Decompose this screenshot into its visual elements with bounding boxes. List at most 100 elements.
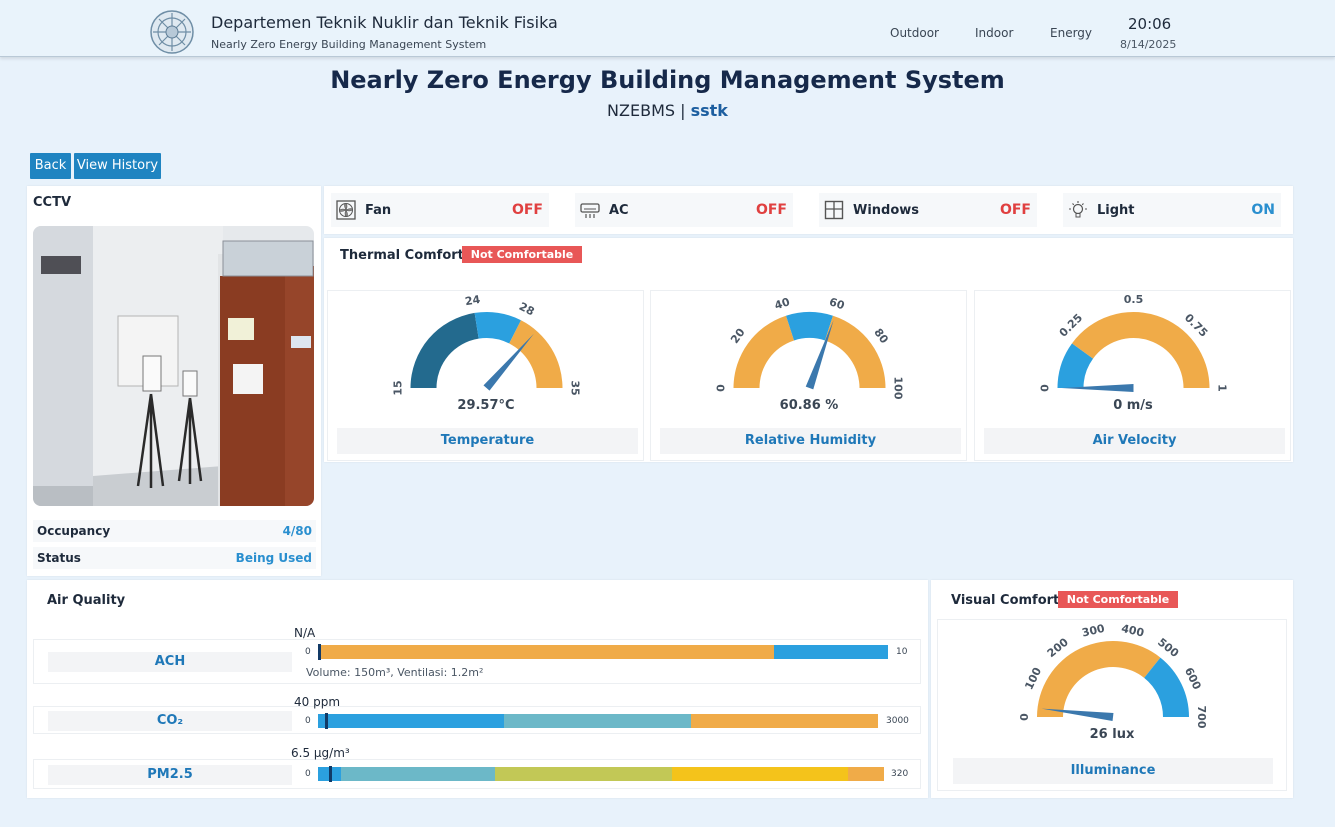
aq-name-ach: ACH: [48, 652, 292, 672]
illuminance-tick-3: 300: [1081, 622, 1107, 640]
humidity-label: Relative Humidity: [660, 428, 961, 454]
air-velocity-gauge: 0 0.25 0.5 0.75 1 0 m/s Air Velocity: [974, 290, 1291, 461]
ac-icon: [580, 203, 600, 218]
bar-segment-4: [847, 767, 884, 781]
illuminance-tick-0: 0: [1018, 713, 1031, 721]
humidity-tick-4: 80: [871, 326, 891, 346]
device-light-name: Light: [1097, 203, 1135, 218]
aq-row-ach: ACH N/A 0 10 Volume: 150m³, Ventilasi: 1…: [33, 626, 921, 684]
illuminance-value: 26 lux: [1090, 727, 1135, 742]
device-windows[interactable]: Windows OFF: [819, 193, 1037, 227]
aq-bar-pm25: [318, 767, 884, 781]
humidity-band-1: [786, 312, 833, 341]
air-velocity-label: Air Velocity: [984, 428, 1285, 454]
lightbulb-icon: [1069, 201, 1087, 218]
view-history-button[interactable]: View History: [74, 153, 161, 179]
device-ac-name: AC: [609, 203, 629, 218]
aq-name-co2: CO₂: [48, 711, 292, 731]
visual-title: Visual Comfort: [951, 593, 1060, 608]
cctv-feed-image[interactable]: [33, 226, 314, 506]
temperature-value: 29.57°C: [457, 398, 514, 413]
bar-segment-1: [340, 767, 496, 781]
fan-icon: [336, 200, 356, 220]
bar-segment-2: [690, 714, 878, 728]
aq-min-ach: 0: [305, 647, 311, 657]
org-title: Departemen Teknik Nuklir dan Teknik Fisi…: [211, 13, 558, 32]
temperature-tick-2: 28: [517, 300, 537, 319]
status-label: Status: [37, 551, 81, 565]
bar-segment-2: [495, 767, 673, 781]
illuminance-label: Illuminance: [953, 758, 1273, 784]
occupancy-row: Occupancy 4/80: [33, 520, 316, 542]
bar-value-marker: [329, 766, 333, 782]
aq-row-co2: CO₂ 40 ppm 0 3000: [33, 695, 921, 734]
air-velocity-tick-2: 0.5: [1124, 293, 1144, 306]
aq-row-pm25: PM2.5 6.5 μg/m³ 0 320: [33, 746, 921, 789]
occupancy-label: Occupancy: [37, 524, 111, 538]
air-velocity-gauge-svg: 00.250.50.751 0 m/s: [1039, 293, 1229, 413]
air-quality-card: Air Quality ACH N/A 0 10 Volume: 150m³, …: [27, 580, 928, 798]
bar-segment-1: [504, 714, 691, 728]
cctv-card: CCTV Occupancy 4/80 Status Being Used: [27, 186, 321, 576]
illuminance-gauge: 0 100 200 300 400 500 600 700 26 lux Illuminanc…: [937, 619, 1287, 791]
device-windows-name: Windows: [853, 203, 920, 218]
top-navbar: Departemen Teknik Nuklir dan Teknik Fisi…: [0, 0, 1335, 57]
illuminance-tick-1: 100: [1022, 665, 1044, 692]
illuminance-gauge-svg: 0100200300 400500600700 26 lux: [1018, 622, 1208, 742]
nav-energy[interactable]: Energy: [1050, 26, 1092, 40]
devices-card: Fan OFF AC OFF Windows OFF Light ON: [324, 186, 1293, 234]
aq-bar-co2: [318, 714, 878, 728]
nav-indoor[interactable]: Indoor: [975, 26, 1013, 40]
illuminance-tick-4: 400: [1120, 622, 1146, 640]
humidity-tick-3: 60: [828, 295, 847, 312]
aq-name-pm25: PM2.5: [48, 765, 292, 785]
air-velocity-tick-0: 0: [1039, 384, 1052, 392]
device-ac[interactable]: AC OFF: [575, 193, 793, 227]
window-icon: [824, 200, 844, 220]
clock-time: 20:06: [1128, 15, 1172, 33]
humidity-band-2: [824, 315, 886, 388]
temperature-tick-1: 24: [464, 293, 481, 308]
aq-bar-ach: [318, 645, 888, 659]
humidity-value: 60.86 %: [780, 398, 839, 413]
humidity-gauge-svg: 0 20 40 60 80 100 60.86 %: [715, 295, 905, 413]
humidity-band-0: [733, 315, 795, 388]
device-fan-name: Fan: [365, 203, 392, 218]
device-light[interactable]: Light ON: [1063, 193, 1281, 227]
humidity-tick-2: 40: [773, 295, 792, 312]
clock-date: 8/14/2025: [1120, 38, 1177, 51]
temperature-label: Temperature: [337, 428, 638, 454]
page-title: Nearly Zero Energy Building Management S…: [330, 66, 1005, 94]
room-name: sstk: [690, 101, 728, 120]
aq-max-co2: 3000: [886, 716, 909, 726]
humidity-gauge: 0 20 40 60 80 100 60.86 % Relative Humidity: [650, 290, 967, 461]
device-light-state: ON: [1251, 202, 1275, 218]
device-windows-state: OFF: [999, 202, 1031, 218]
illuminance-tick-7: 700: [1195, 706, 1208, 729]
aq-value-co2: 40 ppm: [294, 695, 341, 709]
humidity-tick-5: 100: [892, 377, 905, 400]
device-fan[interactable]: Fan OFF: [331, 193, 549, 227]
aq-min-pm25: 0: [305, 769, 311, 779]
thermal-title: Thermal Comfort: [340, 248, 464, 263]
air-velocity-tick-4: 1: [1216, 384, 1229, 392]
temperature-band-0: [410, 312, 479, 388]
status-row: Status Being Used: [33, 547, 316, 569]
bar-segment-0: [318, 645, 774, 659]
university-logo-icon[interactable]: [149, 9, 195, 55]
bar-value-marker: [325, 713, 329, 729]
temperature-tick-3: 35: [569, 380, 582, 395]
humidity-tick-1: 20: [728, 326, 748, 346]
aq-value-ach: N/A: [294, 626, 316, 640]
cctv-title: CCTV: [33, 195, 72, 210]
occupancy-value: 4/80: [282, 524, 312, 538]
nav-outdoor[interactable]: Outdoor: [890, 26, 939, 40]
org-subtitle: Nearly Zero Energy Building Management S…: [211, 38, 487, 51]
aq-max-pm25: 320: [891, 769, 909, 779]
aq-min-co2: 0: [305, 716, 311, 726]
back-button[interactable]: Back: [30, 153, 71, 179]
device-fan-state: OFF: [511, 202, 543, 218]
subtitle-prefix: NZEBMS |: [607, 101, 691, 120]
humidity-tick-0: 0: [715, 384, 728, 392]
air-quality-title: Air Quality: [47, 593, 126, 608]
